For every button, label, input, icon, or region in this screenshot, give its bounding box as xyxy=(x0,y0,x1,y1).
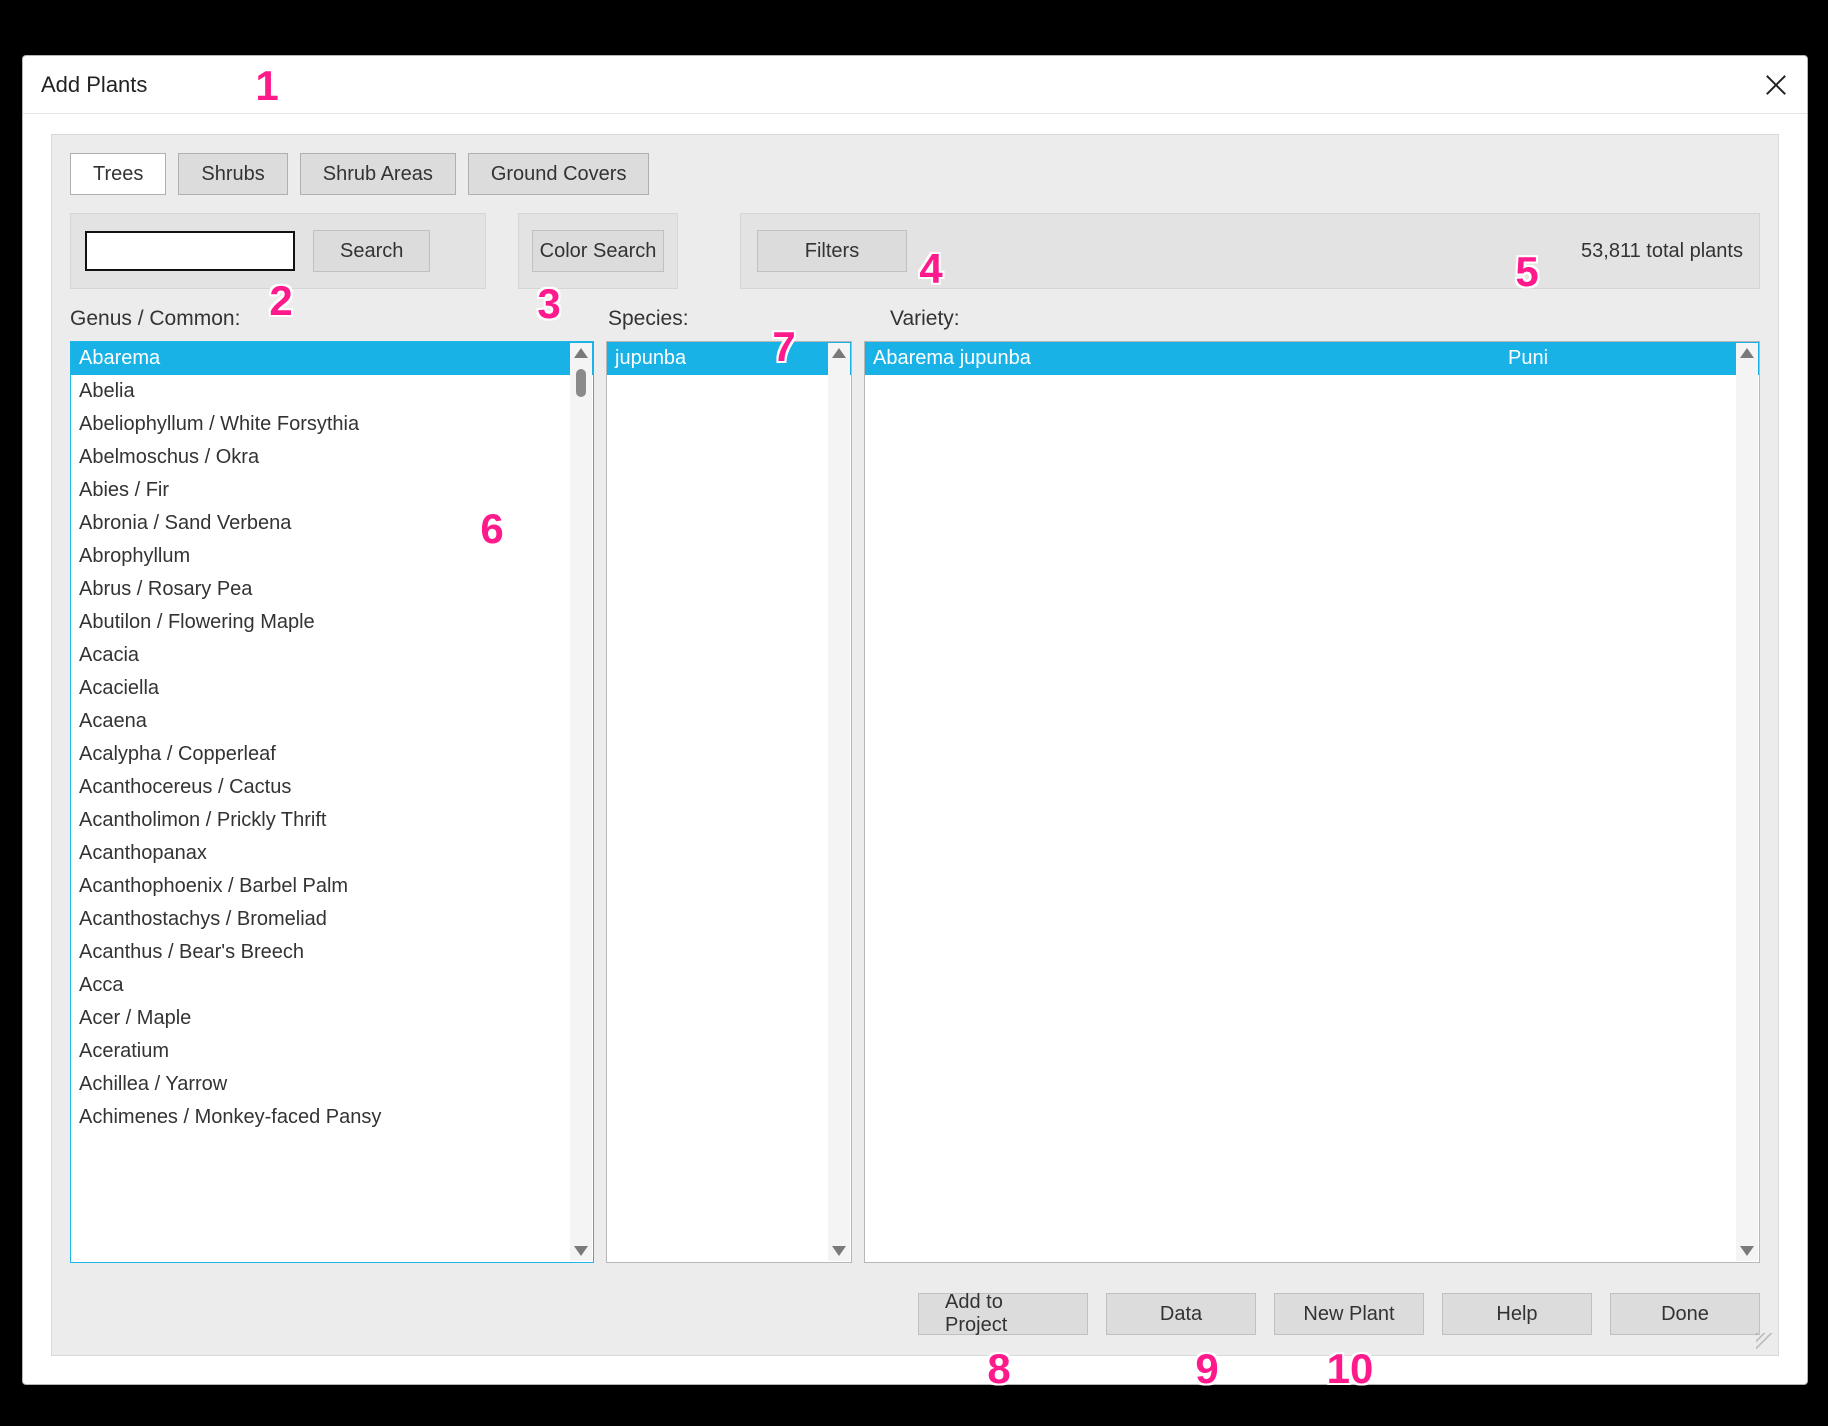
genus-scrollbar[interactable] xyxy=(570,343,592,1261)
genus-label: Genus / Common: xyxy=(70,307,240,331)
add-to-project-button[interactable]: Add to Project xyxy=(918,1293,1088,1335)
variety-label: Variety: xyxy=(890,307,960,331)
close-icon[interactable] xyxy=(1763,72,1789,98)
titlebar: Add Plants xyxy=(23,56,1807,114)
scroll-up-icon[interactable] xyxy=(1740,348,1754,358)
variety-value: Puni xyxy=(1323,347,1733,370)
list-item[interactable]: Acca xyxy=(71,969,593,1002)
lists-area: AbaremaAbeliaAbeliophyllum / White Forsy… xyxy=(70,341,1760,1263)
list-item[interactable]: jupunba xyxy=(607,342,851,375)
list-item[interactable]: Acanthophoenix / Barbel Palm xyxy=(71,870,593,903)
list-item[interactable]: Abelmoschus / Okra xyxy=(71,441,593,474)
list-item[interactable]: Achimenes / Monkey-faced Pansy xyxy=(71,1101,593,1134)
color-search-button[interactable]: Color Search xyxy=(532,230,664,272)
resize-grip-icon[interactable] xyxy=(1756,1333,1774,1351)
list-item[interactable]: Acalypha / Copperleaf xyxy=(71,738,593,771)
done-button[interactable]: Done xyxy=(1610,1293,1760,1335)
list-item[interactable]: Abronia / Sand Verbena xyxy=(71,507,593,540)
variety-name: Abarema jupunba xyxy=(873,347,1323,370)
list-item[interactable]: Abrophyllum xyxy=(71,540,593,573)
tab-shrub-areas[interactable]: Shrub Areas xyxy=(300,153,456,195)
new-plant-button[interactable]: New Plant xyxy=(1274,1293,1424,1335)
list-item[interactable]: Acantholimon / Prickly Thrift xyxy=(71,804,593,837)
list-item[interactable]: Acacia xyxy=(71,639,593,672)
tab-trees[interactable]: Trees xyxy=(70,153,166,195)
list-item[interactable]: Abelia xyxy=(71,375,593,408)
add-plants-dialog: Add Plants Trees Shrubs Shrub Areas Grou… xyxy=(22,55,1808,1385)
list-item[interactable]: Abarema xyxy=(71,342,593,375)
dialog-body: Trees Shrubs Shrub Areas Ground Covers S… xyxy=(51,134,1779,1356)
scroll-down-icon[interactable] xyxy=(832,1246,846,1256)
genus-listbox[interactable]: AbaremaAbeliaAbeliophyllum / White Forsy… xyxy=(70,341,594,1263)
total-plants-label: 53,811 total plants xyxy=(1581,240,1743,263)
search-box: Search xyxy=(70,213,486,289)
species-label: Species: xyxy=(608,307,689,331)
color-search-wrap: Color Search xyxy=(518,213,678,289)
scroll-thumb[interactable] xyxy=(576,369,586,397)
list-item[interactable]: Acaciella xyxy=(71,672,593,705)
list-item[interactable]: Acanthus / Bear's Breech xyxy=(71,936,593,969)
list-item[interactable]: Abutilon / Flowering Maple xyxy=(71,606,593,639)
search-input[interactable] xyxy=(85,231,295,271)
list-item[interactable]: Achillea / Yarrow xyxy=(71,1068,593,1101)
filters-wrap: Filters 53,811 total plants xyxy=(740,213,1760,289)
filters-button[interactable]: Filters xyxy=(757,230,907,272)
window-title: Add Plants xyxy=(41,72,147,98)
list-item[interactable]: Abies / Fir xyxy=(71,474,593,507)
tab-shrubs[interactable]: Shrubs xyxy=(178,153,287,195)
list-item[interactable]: Acer / Maple xyxy=(71,1002,593,1035)
column-labels: Genus / Common: Species: Variety: xyxy=(70,307,1760,335)
list-item[interactable]: Acanthocereus / Cactus xyxy=(71,771,593,804)
plant-category-tabs: Trees Shrubs Shrub Areas Ground Covers xyxy=(70,153,649,195)
list-item[interactable]: Acaena xyxy=(71,705,593,738)
data-button[interactable]: Data xyxy=(1106,1293,1256,1335)
scroll-down-icon[interactable] xyxy=(574,1246,588,1256)
scroll-down-icon[interactable] xyxy=(1740,1246,1754,1256)
list-item[interactable]: Aceratium xyxy=(71,1035,593,1068)
species-scrollbar[interactable] xyxy=(828,343,850,1261)
variety-listbox[interactable]: Abarema jupunbaPuni xyxy=(864,341,1760,1263)
search-row: Search Color Search Filters 53,811 total… xyxy=(70,213,1760,289)
tab-ground-covers[interactable]: Ground Covers xyxy=(468,153,650,195)
variety-scrollbar[interactable] xyxy=(1736,343,1758,1261)
list-item[interactable]: Abarema jupunbaPuni xyxy=(865,342,1759,375)
list-item[interactable]: Abeliophyllum / White Forsythia xyxy=(71,408,593,441)
list-item[interactable]: Abrus / Rosary Pea xyxy=(71,573,593,606)
species-listbox[interactable]: jupunba xyxy=(606,341,852,1263)
bottom-button-bar: Add to Project Data New Plant Help Done xyxy=(918,1293,1760,1335)
scroll-up-icon[interactable] xyxy=(574,348,588,358)
list-item[interactable]: Acanthostachys / Bromeliad xyxy=(71,903,593,936)
help-button[interactable]: Help xyxy=(1442,1293,1592,1335)
scroll-up-icon[interactable] xyxy=(832,348,846,358)
search-button[interactable]: Search xyxy=(313,230,430,272)
list-item[interactable]: Acanthopanax xyxy=(71,837,593,870)
